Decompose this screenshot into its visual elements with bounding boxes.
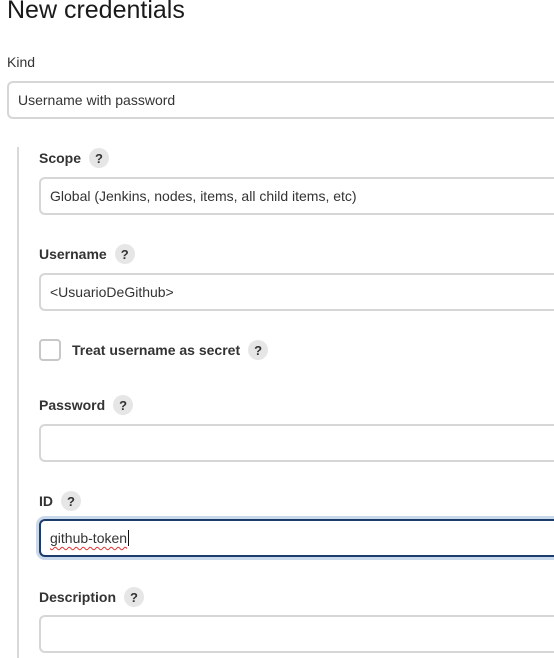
username-label: Username ? (39, 244, 135, 264)
kind-label-text: Kind (7, 54, 36, 70)
description-input[interactable] (39, 615, 554, 653)
treat-username-secret-checkbox[interactable] (39, 339, 61, 361)
id-help-icon[interactable]: ? (61, 491, 81, 511)
password-label-text: Password (39, 397, 106, 413)
description-label: Description ? (39, 587, 145, 607)
treat-username-secret-label: Treat username as secret ? (72, 340, 269, 360)
id-input[interactable]: github-token (39, 519, 554, 557)
scope-label-text: Scope (39, 150, 82, 166)
username-label-text: Username (39, 246, 107, 262)
scope-help-icon[interactable]: ? (89, 148, 110, 168)
scope-select[interactable]: Global (Jenkins, nodes, items, all child… (39, 177, 554, 215)
username-input[interactable]: <UsuarioDeGithub> (39, 273, 554, 311)
kind-select-value: Username with password (18, 92, 176, 108)
section-divider (17, 147, 19, 658)
kind-label: Kind (7, 54, 35, 70)
page-title: New credentials (7, 0, 185, 24)
password-help-icon[interactable]: ? (113, 395, 134, 415)
username-input-value: <UsuarioDeGithub> (50, 284, 174, 300)
treat-username-secret-text[interactable]: Treat username as secret (72, 342, 240, 358)
username-help-icon[interactable]: ? (114, 244, 135, 264)
kind-select[interactable]: Username with password (7, 81, 554, 119)
description-label-text: Description (39, 589, 117, 605)
id-input-value: github-token (50, 530, 128, 546)
description-help-icon[interactable]: ? (124, 587, 145, 607)
id-label: ID ? (39, 491, 81, 511)
id-label-text: ID (39, 493, 53, 509)
password-input[interactable] (39, 424, 554, 462)
treat-secret-help-icon[interactable]: ? (248, 340, 269, 360)
scope-select-value: Global (Jenkins, nodes, items, all child… (50, 188, 357, 204)
password-label: Password ? (39, 395, 134, 415)
scope-label: Scope ? (39, 148, 110, 168)
text-caret (128, 530, 130, 546)
